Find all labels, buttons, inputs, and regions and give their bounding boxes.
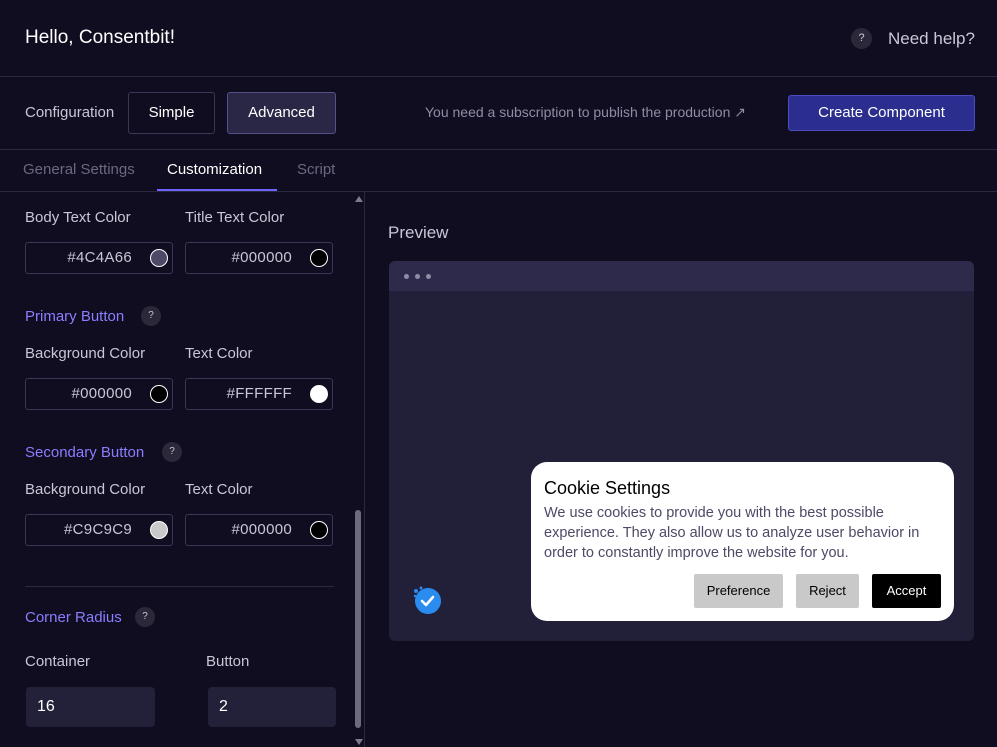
preview-browser-bar (389, 261, 974, 291)
advanced-mode-button[interactable]: Advanced (227, 92, 336, 134)
button-radius-input[interactable]: 2 (208, 687, 336, 727)
simple-mode-button[interactable]: Simple (128, 92, 215, 134)
consentbit-logo-icon[interactable] (412, 585, 442, 615)
body-text-color-value: #4C4A66 (67, 249, 132, 266)
primary-text-color-value: #FFFFFF (226, 385, 292, 402)
corner-radius-help-icon[interactable]: ? (135, 607, 155, 627)
preference-button[interactable]: Preference (694, 574, 783, 608)
title-text-color-swatch[interactable] (310, 249, 328, 267)
primary-text-color-field[interactable]: #FFFFFF (185, 378, 333, 410)
container-radius-label: Container (25, 653, 91, 670)
window-dot-icon (415, 274, 420, 279)
primary-bg-color-swatch[interactable] (150, 385, 168, 403)
secondary-text-color-field[interactable]: #000000 (185, 514, 333, 546)
primary-bg-color-field[interactable]: #000000 (25, 378, 173, 410)
app-header: Hello, Consentbit! ? Need help? (0, 0, 997, 77)
title-text-color-field[interactable]: #000000 (185, 242, 333, 274)
greeting-title: Hello, Consentbit! (25, 27, 175, 48)
tab-general-settings[interactable]: General Settings (23, 161, 135, 178)
primary-button-help-icon[interactable]: ? (141, 306, 161, 326)
secondary-text-color-value: #000000 (231, 521, 292, 538)
create-component-button[interactable]: Create Component (788, 95, 975, 131)
secondary-button-heading: Secondary Button (25, 444, 145, 461)
section-divider (25, 586, 334, 587)
body-text-color-label: Body Text Color (25, 209, 131, 226)
tab-customization[interactable]: Customization (167, 161, 262, 178)
secondary-button-help-icon[interactable]: ? (162, 442, 182, 462)
title-text-color-label: Title Text Color (185, 209, 285, 226)
configuration-bar: Configuration Simple Advanced You need a… (0, 77, 997, 150)
preview-heading: Preview (388, 223, 449, 242)
primary-button-heading: Primary Button (25, 308, 125, 325)
tab-script[interactable]: Script (297, 161, 335, 178)
body-text-color-swatch[interactable] (150, 249, 168, 267)
window-dot-icon (426, 274, 431, 279)
container-radius-input[interactable]: 16 (26, 687, 155, 727)
body-text-color-field[interactable]: #4C4A66 (25, 242, 173, 274)
secondary-bg-color-field[interactable]: #C9C9C9 (25, 514, 173, 546)
cookie-banner: Cookie Settings We use cookies to provid… (531, 462, 954, 621)
need-help-link[interactable]: Need help? (888, 29, 975, 49)
cookie-banner-body: We use cookies to provide you with the b… (544, 505, 920, 561)
active-tab-indicator (157, 189, 277, 191)
subscription-link[interactable]: You need a subscription to publish the p… (425, 104, 746, 121)
question-icon[interactable]: ? (851, 28, 872, 49)
corner-radius-heading: Corner Radius (25, 609, 122, 626)
scroll-down-arrow-icon[interactable] (355, 739, 363, 745)
cookie-banner-title: Cookie Settings (544, 478, 671, 498)
configuration-label: Configuration (25, 104, 115, 121)
secondary-bg-color-swatch[interactable] (150, 521, 168, 539)
customization-panel: Body Text Color Title Text Color #4C4A66… (0, 192, 365, 747)
secondary-text-color-swatch[interactable] (310, 521, 328, 539)
settings-tabs: General Settings Customization Script (0, 150, 997, 192)
title-text-color-value: #000000 (231, 249, 292, 266)
primary-bg-color-value: #000000 (71, 385, 132, 402)
secondary-bg-color-label: Background Color (25, 481, 146, 498)
window-dot-icon (404, 274, 409, 279)
secondary-bg-color-value: #C9C9C9 (64, 521, 132, 538)
button-radius-label: Button (206, 653, 250, 670)
primary-text-color-swatch[interactable] (310, 385, 328, 403)
scrollbar-thumb[interactable] (355, 510, 361, 728)
scroll-up-arrow-icon[interactable] (355, 196, 363, 202)
accept-button[interactable]: Accept (872, 574, 941, 608)
primary-bg-color-label: Background Color (25, 345, 146, 362)
secondary-text-color-label: Text Color (185, 481, 253, 498)
reject-button[interactable]: Reject (796, 574, 859, 608)
primary-text-color-label: Text Color (185, 345, 253, 362)
